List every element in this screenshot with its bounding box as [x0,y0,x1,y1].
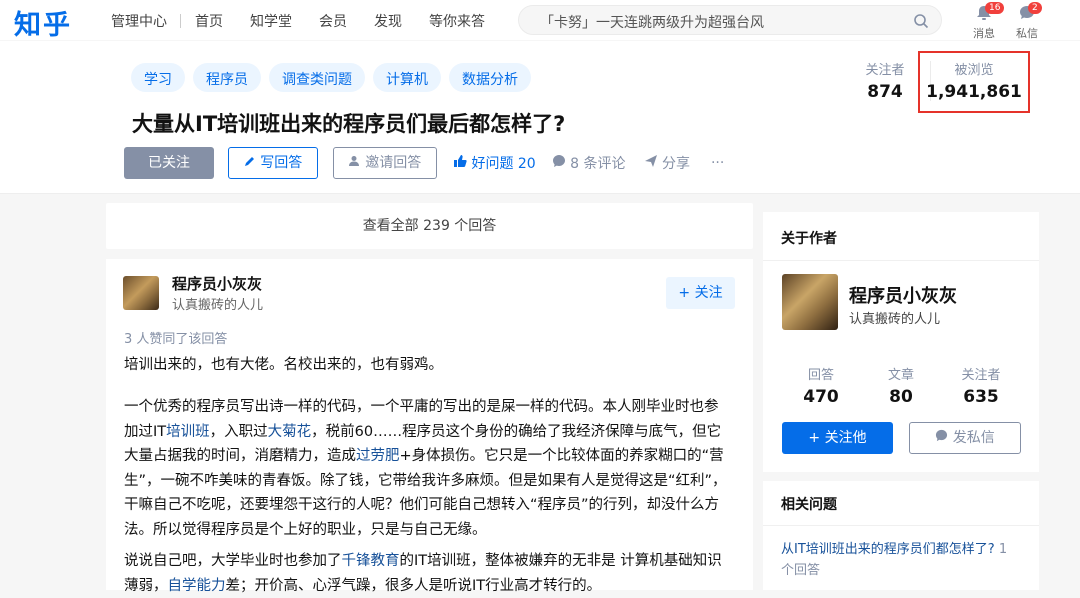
about-author-card: 关于作者 程序员小灰灰 认真搬砖的人儿 回答 470 文章 80 关注者 635… [763,212,1039,472]
zhihu-logo[interactable]: 知乎 [14,3,72,42]
articles-stat[interactable]: 文章 80 [861,364,941,407]
search-input[interactable]: 「卡努」一天连跳两级升为超强台风 [518,5,942,35]
author-followers-stat[interactable]: 关注者 635 [941,364,1021,407]
good-question-button[interactable]: 好问题 20 [453,153,536,173]
nav-membership[interactable]: 会员 [319,11,347,31]
topic-tag[interactable]: 调查类问题 [269,63,365,92]
share-button[interactable]: 分享 [644,153,690,173]
author-avatar[interactable] [123,276,159,310]
followers-stat: 关注者 874 [852,59,918,102]
divider [763,260,1039,261]
topic-tag[interactable]: 程序员 [193,63,261,92]
add-user-icon [348,156,359,166]
write-answer-button[interactable]: 写回答 [228,147,318,179]
about-author-title: 关于作者 [781,231,837,247]
send-message-button[interactable]: 发私信 [909,422,1021,454]
question-actions: 已关注 写回答 邀请回答 好问题 20 8 条评论 分享 ··· [124,147,724,179]
dm-badge: 2 [1028,2,1042,14]
views-value: 1,941,861 [926,82,1022,102]
text-run: 说说自己吧，大学毕业时也参加了 [124,553,342,569]
more-options-button[interactable]: ··· [711,155,724,171]
comments-label: 8 条评论 [570,156,626,172]
author-avatar-large[interactable] [782,274,838,330]
top-navbar: 知乎 管理中心 首页 知学堂 会员 发现 等你来答 「卡努」一天连跳两级升为超强… [0,0,1080,42]
thumbs-up-icon [454,155,467,167]
invite-answer-label: 邀请回答 [365,155,422,171]
text-run: ，入职过 [209,423,268,440]
topic-tag[interactable]: 计算机 [373,63,441,92]
articles-value: 80 [889,387,913,407]
messages-label: 消息 [973,27,995,40]
question-title: 大量从IT培训班出来的程序员们最后都怎样了? [132,112,566,136]
answer-paragraph: 一个优秀的程序员写出诗一样的代码，一个平庸的写出的是屎一样的代码。本人刚毕业时也… [124,395,732,542]
nav-zhixuetang[interactable]: 知学堂 [250,11,292,31]
search-text: 「卡努」一天连跳两级升为超强台风 [540,15,764,31]
text-run: 差；开价高、心浮气躁，很多人是听说IT行业高才转行的。 [225,577,602,594]
author-name[interactable]: 程序员小灰灰 [172,273,262,294]
follow-him-button[interactable]: + 关注他 [782,422,893,454]
pencil-icon [244,157,254,166]
messages-badge: 16 [985,2,1005,14]
divider [763,525,1039,526]
related-question-item[interactable]: 从IT培训班出来的程序员们都怎样了? 1 个回答 [781,539,1021,581]
followers-value: 874 [867,82,903,102]
nav-admin-center[interactable]: 管理中心 [111,11,167,31]
topic-tags: 学习 程序员 调查类问题 计算机 数据分析 [131,63,539,92]
comments-button[interactable]: 8 条评论 [552,153,626,173]
topic-tag[interactable]: 数据分析 [449,63,531,92]
follow-author-button[interactable]: + 关注 [666,277,735,309]
keyword-link[interactable]: 自学能力 [168,578,226,594]
topic-tag[interactable]: 学习 [131,63,185,92]
nav-discover[interactable]: 发现 [374,11,402,31]
comment-icon [552,155,565,167]
related-questions-card: 相关问题 从IT培训班出来的程序员们都怎样了? 1 个回答 [763,481,1039,590]
chat-bubble-icon [936,429,948,442]
keyword-link[interactable]: 大菊花 [268,424,312,440]
answer-card: 程序员小灰灰 认真搬砖的人儿 + 关注 3 人赞同了该回答 培训出来的，也有大佬… [106,259,753,594]
followers-label: 关注者 [865,63,905,78]
author-followers-label: 关注者 [961,368,1001,383]
author-name-large[interactable]: 程序员小灰灰 [849,282,957,308]
send-message-label: 发私信 [952,430,995,446]
view-all-answers-button[interactable]: 查看全部 239 个回答 [106,203,753,249]
answers-stat[interactable]: 回答 470 [781,364,861,407]
views-label: 被浏览 [954,63,994,78]
answer-paragraph: 说说自己吧，大学毕业时也参加了千锋教育的IT培训班，整体被嫌弃的无非是 计算机基… [124,549,732,598]
author-headline: 认真搬砖的人儿 [172,298,264,313]
invite-answer-button[interactable]: 邀请回答 [333,147,437,179]
answer-paragraph: 培训出来的，也有大佬。名校出来的，也有弱鸡。 [124,357,443,373]
views-stat-highlighted: 被浏览 1,941,861 [918,51,1030,113]
author-followers-value: 635 [963,387,999,407]
keyword-link[interactable]: 过劳肥 [356,448,400,464]
keyword-link[interactable]: 培训班 [166,424,210,440]
question-header: 学习 程序员 调查类问题 计算机 数据分析 大量从IT培训班出来的程序员们最后都… [0,41,1080,194]
keyword-link[interactable]: 千锋教育 [342,553,400,569]
write-answer-label: 写回答 [260,155,303,171]
articles-label: 文章 [887,368,914,383]
messages-button[interactable]: 16 消息 [968,2,1005,41]
main-nav: 管理中心 首页 知学堂 会员 发现 等你来答 [111,11,512,31]
paper-plane-icon [644,155,657,167]
related-question-title[interactable]: 从IT培训班出来的程序员们都怎样了? [781,542,995,557]
nav-divider [180,14,181,28]
nav-home[interactable]: 首页 [195,11,223,31]
direct-messages-button[interactable]: 2 私信 [1011,2,1043,41]
nav-waiting-answers[interactable]: 等你来答 [429,11,485,31]
answers-label: 回答 [807,368,834,383]
share-label: 分享 [661,156,690,172]
vote-count: 3 人赞同了该回答 [124,332,228,347]
followed-button[interactable]: 已关注 [124,147,214,179]
dm-label: 私信 [1016,27,1038,40]
answers-value: 470 [803,387,839,407]
related-questions-title: 相关问题 [781,497,837,513]
search-icon[interactable] [913,13,929,29]
good-question-label: 好问题 20 [471,156,536,172]
author-headline-large: 认真搬砖的人儿 [849,312,941,327]
